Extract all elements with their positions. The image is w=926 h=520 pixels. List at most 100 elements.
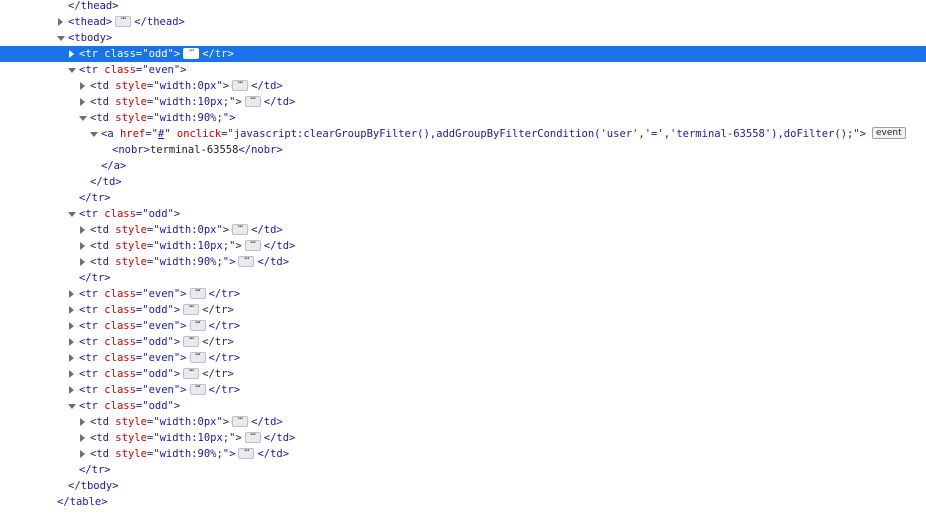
attr-name: class bbox=[104, 288, 136, 300]
dom-node-row[interactable]: <tr class="even"> ⋯ </tr> bbox=[0, 286, 926, 302]
ellipsis-button[interactable]: ⋯ bbox=[183, 302, 200, 315]
triangle-right-icon[interactable] bbox=[67, 350, 77, 366]
triangle-right-icon[interactable] bbox=[67, 46, 77, 62]
tag-token: </tr> bbox=[202, 48, 234, 60]
tag-token: </td> bbox=[251, 416, 283, 428]
triangle-right-icon[interactable] bbox=[78, 446, 88, 462]
dom-node-row[interactable]: </tr> bbox=[0, 190, 926, 206]
attr-name: class bbox=[104, 48, 136, 60]
dom-node-row[interactable]: </td> bbox=[0, 174, 926, 190]
ellipsis-button[interactable]: ⋯ bbox=[232, 414, 249, 427]
event-badge[interactable]: event bbox=[872, 127, 906, 139]
dom-node-row[interactable]: </a> bbox=[0, 158, 926, 174]
tag-token: <td bbox=[90, 256, 116, 268]
dom-node-row[interactable]: <td style="width:0px"> ⋯ </td> bbox=[0, 414, 926, 430]
triangle-right-icon[interactable] bbox=[67, 382, 77, 398]
tag-token: <tr bbox=[79, 352, 105, 364]
triangle-right-icon[interactable] bbox=[67, 334, 77, 350]
dom-node-row[interactable]: <tr class="even"> ⋯ </tr> bbox=[0, 350, 926, 366]
triangle-right-icon[interactable] bbox=[78, 94, 88, 110]
dom-node-row[interactable]: <a href="#" onclick="javascript:clearGro… bbox=[0, 126, 926, 142]
tag-token: <td bbox=[90, 96, 116, 108]
attr-name: style bbox=[115, 112, 147, 124]
dom-node-row[interactable]: <tr class="odd"> ⋯ </tr> bbox=[0, 366, 926, 382]
triangle-right-icon[interactable] bbox=[67, 366, 77, 382]
dom-node-row[interactable]: <tr class="odd"> bbox=[0, 206, 926, 222]
dom-node-row[interactable]: <td style="width:90%;"> ⋯ </td> bbox=[0, 254, 926, 270]
dom-node-row[interactable]: <td style="width:10px;"> ⋯ </td> bbox=[0, 238, 926, 254]
ellipsis-button[interactable]: ⋯ bbox=[189, 350, 206, 363]
ellipsis-button[interactable]: ⋯ bbox=[238, 254, 255, 267]
tag-token: </thead> bbox=[134, 16, 185, 28]
dom-node-row[interactable]: </table> bbox=[0, 494, 926, 510]
dom-node-row[interactable]: <tr class="odd"> ⋯ </tr> bbox=[0, 302, 926, 318]
triangle-down-icon[interactable] bbox=[67, 398, 77, 414]
triangle-down-icon[interactable] bbox=[78, 110, 88, 126]
tag-token: =" bbox=[146, 432, 160, 444]
attr-name: style bbox=[115, 448, 147, 460]
dom-node-row[interactable]: <tr class="even"> ⋯ </tr> bbox=[0, 318, 926, 334]
ellipsis-button[interactable]: ⋯ bbox=[115, 14, 132, 27]
triangle-down-icon[interactable] bbox=[56, 30, 66, 46]
triangle-right-icon[interactable] bbox=[78, 254, 88, 270]
node-content: </a> bbox=[101, 158, 126, 174]
node-content: <tr class="even"> ⋯ </tr> bbox=[79, 350, 240, 366]
tag-token: </tr> bbox=[208, 320, 241, 332]
triangle-right-icon[interactable] bbox=[67, 286, 77, 302]
triangle-right-icon[interactable] bbox=[56, 14, 66, 30]
triangle-right-icon[interactable] bbox=[67, 318, 77, 334]
dom-node-row[interactable]: <td style="width:10px;"> ⋯ </td> bbox=[0, 94, 926, 110]
tag-token: "> bbox=[222, 112, 236, 124]
node-content: <td style="width:10px;"> ⋯ </td> bbox=[90, 238, 295, 254]
ellipsis-button[interactable]: ⋯ bbox=[238, 446, 255, 459]
triangle-right-icon[interactable] bbox=[78, 222, 88, 238]
dom-node-row[interactable]: </tbody> bbox=[0, 478, 926, 494]
triangle-down-icon[interactable] bbox=[67, 206, 77, 222]
dom-node-row[interactable]: <td style="width:10px;"> ⋯ </td> bbox=[0, 430, 926, 446]
dom-node-row[interactable]: <td style="width:90%;"> bbox=[0, 110, 926, 126]
triangle-right-icon[interactable] bbox=[78, 238, 88, 254]
attr-name: style bbox=[115, 416, 147, 428]
tag-token: </tr> bbox=[208, 352, 241, 364]
tag-token: </a> bbox=[101, 160, 127, 172]
dom-node-row[interactable]: <tbody> bbox=[0, 30, 926, 46]
triangle-right-icon[interactable] bbox=[78, 78, 88, 94]
triangle-right-icon[interactable] bbox=[67, 302, 77, 318]
dom-node-row[interactable]: <td style="width:0px"> ⋯ </td> bbox=[0, 222, 926, 238]
ellipsis-button[interactable]: ⋯ bbox=[183, 366, 200, 379]
dom-node-row[interactable]: <thead> ⋯ </thead> bbox=[0, 14, 926, 30]
dom-node-row[interactable]: <tr class="even"> ⋯ </tr> bbox=[0, 382, 926, 398]
dom-node-row[interactable]: <td style="width:0px"> ⋯ </td> bbox=[0, 78, 926, 94]
ellipsis-button[interactable]: ⋯ bbox=[244, 430, 261, 443]
ellipsis-button[interactable]: ⋯ bbox=[244, 94, 261, 107]
ellipsis-button[interactable]: ⋯ bbox=[189, 286, 206, 299]
dom-node-row[interactable]: <tr class="odd"> ⋯ </tr> bbox=[0, 334, 926, 350]
dom-node-row[interactable]: <tr class="even"> bbox=[0, 62, 926, 78]
tag-token: "> bbox=[229, 96, 242, 108]
dom-node-row[interactable]: </tr> bbox=[0, 270, 926, 286]
triangle-right-icon[interactable] bbox=[78, 430, 88, 446]
ellipsis-button[interactable]: ⋯ bbox=[244, 238, 261, 251]
ellipsis-button[interactable]: ⋯ bbox=[189, 382, 206, 395]
tag-token: "> bbox=[216, 80, 230, 92]
dom-node-row[interactable]: <td style="width:90%;"> ⋯ </td> bbox=[0, 446, 926, 462]
tag-token: </td> bbox=[263, 432, 296, 444]
tag-token: =" bbox=[146, 416, 160, 428]
ellipsis-button[interactable]: ⋯ bbox=[232, 78, 249, 91]
dom-node-row[interactable]: <tr class="odd"> bbox=[0, 398, 926, 414]
triangle-right-icon[interactable] bbox=[78, 414, 88, 430]
dom-node-row[interactable]: <nobr>terminal-63558</nobr> bbox=[0, 142, 926, 158]
dom-node-row[interactable]: </tr> bbox=[0, 462, 926, 478]
tag-token: <td bbox=[90, 240, 116, 252]
tag-token: <nobr> bbox=[112, 144, 150, 156]
ellipsis-button[interactable]: ⋯ bbox=[189, 318, 206, 331]
tag-token: </td> bbox=[251, 80, 283, 92]
triangle-down-icon[interactable] bbox=[67, 62, 77, 78]
tag-token: =" bbox=[135, 320, 149, 332]
ellipsis-button[interactable]: ⋯ bbox=[183, 46, 200, 59]
triangle-down-icon[interactable] bbox=[89, 126, 99, 142]
dom-node-row[interactable]: </thead> bbox=[0, 0, 926, 14]
dom-node-row[interactable]: <tr class="odd"> ⋯ </tr> bbox=[0, 46, 926, 62]
ellipsis-button[interactable]: ⋯ bbox=[183, 334, 200, 347]
ellipsis-button[interactable]: ⋯ bbox=[232, 222, 249, 235]
